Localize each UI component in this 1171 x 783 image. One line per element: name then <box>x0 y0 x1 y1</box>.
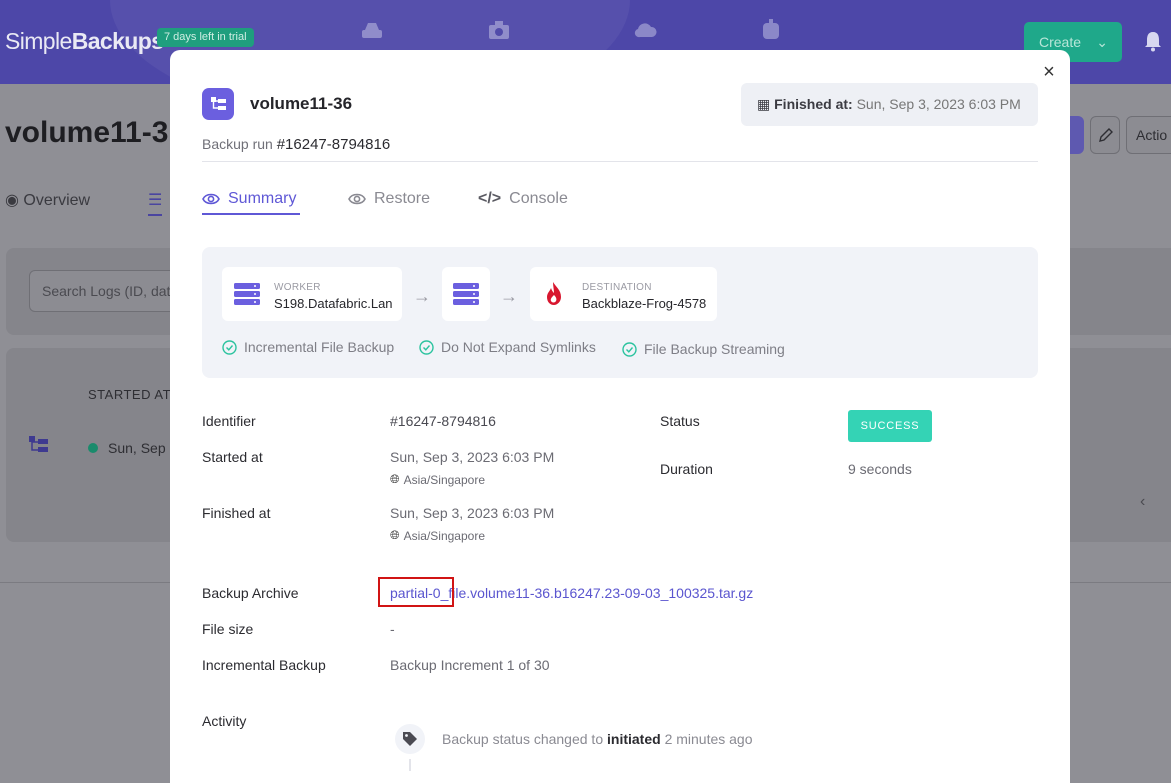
backup-job-icon <box>202 88 234 120</box>
worker-node[interactable]: WORKER S198.Datafabric.Lan <box>222 267 402 321</box>
started-timezone: 🌐︎ Asia/Singapore <box>390 472 485 487</box>
eye-icon <box>202 193 220 205</box>
globe-icon: 🌐︎ <box>390 528 400 542</box>
modal-title: volume11-36 <box>250 94 353 113</box>
worker-value: S198.Datafabric.Lan <box>274 296 393 311</box>
backup-run-modal: × volume11-36 Backup run #16247-8794816 … <box>170 50 1070 783</box>
chevron-down-icon: ⌄ <box>1096 34 1108 50</box>
duration-label: Duration <box>660 461 713 477</box>
identifier-value: #16247-8794816 <box>390 413 496 429</box>
finished-timezone: 🌐︎ Asia/Singapore <box>390 528 485 543</box>
timeline-connector <box>409 759 411 771</box>
started-at-label: Started at <box>202 449 263 465</box>
check-circle-icon <box>622 341 637 357</box>
finished-at-box: ▦ Finished at: Sun, Sep 3, 2023 6:03 PM <box>741 83 1038 126</box>
storage-nav-icon[interactable] <box>759 18 783 42</box>
server-nav-icon[interactable] <box>360 18 384 42</box>
destination-node[interactable]: DESTINATION Backblaze-Frog-4578 <box>530 267 717 321</box>
tab-restore[interactable]: Restore <box>348 190 430 208</box>
close-icon[interactable]: × <box>1039 62 1059 82</box>
list-icon: ☰ <box>148 192 163 209</box>
identifier-label: Identifier <box>202 413 256 429</box>
header-divider <box>202 161 1038 162</box>
started-at-value: Sun, Sep 3, 2023 6:03 PM <box>390 449 555 465</box>
actions-button[interactable]: Actio <box>1126 116 1171 154</box>
backblaze-flame-icon <box>547 282 561 305</box>
tab-logs[interactable]: ☰ <box>148 190 163 216</box>
tab-summary[interactable]: Summary <box>202 190 296 208</box>
backup-archive-label: Backup Archive <box>202 585 299 601</box>
camera-nav-icon[interactable] <box>487 18 511 42</box>
pencil-icon <box>1099 128 1113 142</box>
check-circle-icon <box>419 339 434 355</box>
code-icon: </> <box>478 190 502 207</box>
status-label: Status <box>660 413 700 429</box>
chevron-left-icon[interactable]: ‹ <box>1140 493 1145 511</box>
log-row-started[interactable]: Sun, Sep 3 <box>108 440 177 456</box>
incremental-backup-value: Backup Increment 1 of 30 <box>390 657 550 673</box>
arrow-right-icon: → <box>413 286 431 306</box>
status-badge: SUCCESS <box>848 410 932 442</box>
edit-button[interactable] <box>1090 116 1120 154</box>
server-icon <box>234 283 260 305</box>
storage-node[interactable] <box>442 267 490 321</box>
active-tab-indicator <box>202 213 300 215</box>
globe-icon: 🌐︎ <box>390 472 400 486</box>
feature-symlinks: Do Not Expand Symlinks <box>419 339 596 355</box>
feature-streaming: File Backup Streaming <box>622 341 785 357</box>
worker-label: WORKER <box>274 282 321 293</box>
destination-label: DESTINATION <box>582 282 652 293</box>
file-size-label: File size <box>202 621 254 637</box>
arrow-right-icon: → <box>500 286 518 306</box>
trial-badge[interactable]: 7 days left in trial <box>157 28 254 47</box>
status-dot <box>88 443 98 453</box>
bell-icon[interactable] <box>1143 30 1163 52</box>
column-header-started: STARTED AT <box>88 387 172 402</box>
file-size-value: - <box>390 621 395 637</box>
destination-value: Backblaze-Frog-4578 <box>582 296 707 311</box>
calendar-icon: ▦ <box>757 96 771 112</box>
cloud-sync-nav-icon[interactable] <box>634 18 658 42</box>
feature-incremental: Incremental File Backup <box>222 339 394 355</box>
check-circle-icon <box>222 339 237 355</box>
tab-overview[interactable]: ◉ Overview <box>5 190 90 210</box>
server-icon <box>453 283 479 305</box>
finished-at-label: Finished at <box>202 505 271 521</box>
backup-run-id: Backup run #16247-8794816 <box>202 136 391 153</box>
incremental-backup-label: Incremental Backup <box>202 657 326 673</box>
eye-icon <box>348 193 366 205</box>
activity-entry: Backup status changed to initiated 2 min… <box>442 731 753 747</box>
backup-flow-panel: WORKER S198.Datafabric.Lan → → DESTINATI… <box>202 247 1038 378</box>
duration-value: 9 seconds <box>848 461 912 477</box>
highlight-box <box>378 577 454 607</box>
activity-label: Activity <box>202 713 247 729</box>
tab-console[interactable]: </> Console <box>478 190 568 208</box>
backup-tree-icon <box>29 436 48 452</box>
eye-icon: ◉ <box>5 192 19 209</box>
app-logo[interactable]: SimpleBackups <box>5 28 164 55</box>
finished-at-value: Sun, Sep 3, 2023 6:03 PM <box>390 505 555 521</box>
tag-icon <box>395 724 425 754</box>
page-title: volume11-3 <box>5 116 169 149</box>
